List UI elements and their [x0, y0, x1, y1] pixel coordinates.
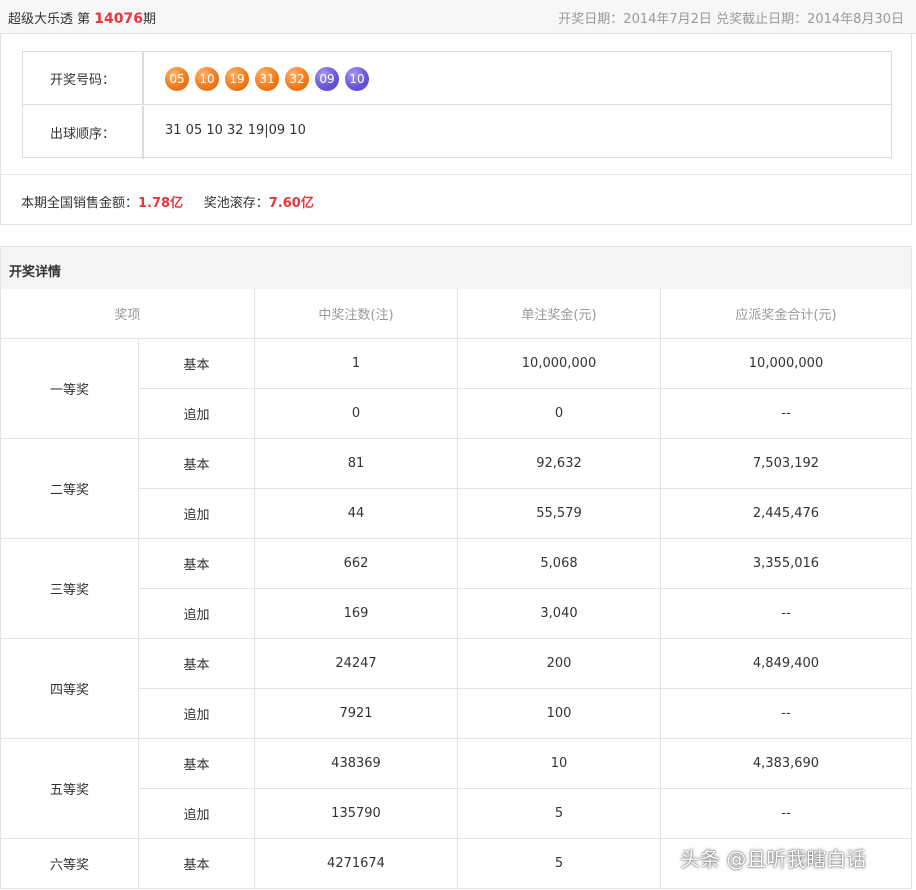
prize-name: 六等奖 [0, 839, 139, 889]
prize-type: 追加 [139, 489, 255, 539]
prize-amount: 92,632 [458, 439, 661, 489]
winner-count: 0 [255, 389, 458, 439]
prize-name: 四等奖 [0, 639, 139, 739]
winner-count: 4271674 [255, 839, 458, 889]
draw-date-label: 开奖日期： [558, 12, 624, 27]
sales-summary: 本期全国销售金额：1.78亿 奖池滚存：7.60亿 [0, 174, 912, 225]
prize-type: 追加 [139, 689, 255, 739]
prize-type: 基本 [139, 539, 255, 589]
red-ball: 19 [225, 67, 249, 91]
blue-ball: 10 [345, 67, 369, 91]
prize-type: 基本 [139, 639, 255, 689]
prize-amount: 5 [458, 839, 661, 889]
prize-total: -- [661, 589, 912, 639]
prize-type: 追加 [139, 589, 255, 639]
issue-header-bar: 超级大乐透 第 14076期 开奖日期：2014年7月2日 兑奖截止日期：201… [0, 0, 916, 34]
prize-amount: 5,068 [458, 539, 661, 589]
prize-total: -- [661, 389, 912, 439]
prize-type: 追加 [139, 789, 255, 839]
draw-order-label: 出球顺序： [23, 106, 144, 159]
lottery-name: 超级大乐透 第 [8, 12, 91, 27]
issue-title: 超级大乐透 第 14076期 [8, 8, 156, 27]
red-ball: 31 [255, 67, 279, 91]
red-ball: 05 [165, 67, 189, 91]
deadline-date: 2014年8月30日 [807, 12, 904, 27]
prize-total: 3,355,016 [661, 539, 912, 589]
winner-count: 81 [255, 439, 458, 489]
draw-order-row: 出球顺序： 31 05 10 32 19|09 10 [23, 106, 891, 159]
draw-result-panel: 开奖号码： 05 10 19 31 32 09 10 出球顺序： 31 05 10 32 1… [0, 34, 912, 174]
draw-order-value: 31 05 10 32 19|09 10 [165, 123, 306, 138]
details-section-header: 开奖详情 [0, 246, 912, 290]
prize-total: -- [661, 789, 912, 839]
issue-suffix: 期 [143, 12, 157, 27]
winning-numbers-row: 开奖号码： 05 10 19 31 32 09 10 [23, 52, 891, 105]
draw-dates: 开奖日期：2014年7月2日 兑奖截止日期：2014年8月30日 [558, 8, 904, 27]
prize-total: 4,849,400 [661, 639, 912, 689]
prize-total: 7,503,192 [661, 439, 912, 489]
sales-label: 本期全国销售金额： [21, 196, 139, 211]
prize-type: 基本 [139, 339, 255, 389]
prize-type: 基本 [139, 439, 255, 489]
blue-ball: 09 [315, 67, 339, 91]
prize-amount: 10,000,000 [458, 339, 661, 389]
prize-amount: 3,040 [458, 589, 661, 639]
winner-count: 1 [255, 339, 458, 389]
column-header-prize: 奖项 [0, 289, 255, 339]
column-header-count: 中奖注数(注) [255, 289, 458, 339]
pool-label: 奖池滚存： [203, 196, 269, 211]
deadline-label: 兑奖截止日期： [716, 12, 808, 27]
prize-total: 10,000,000 [661, 339, 912, 389]
prize-type: 追加 [139, 389, 255, 439]
sales-text: 本期全国销售金额：1.78亿 奖池滚存：7.60亿 [21, 192, 314, 211]
prize-name: 三等奖 [0, 539, 139, 639]
red-ball: 10 [195, 67, 219, 91]
prize-total: -- [661, 689, 912, 739]
prize-name: 五等奖 [0, 739, 139, 839]
winner-count: 7921 [255, 689, 458, 739]
issue-number: 14076 [94, 11, 143, 27]
sales-value: 1.78亿 [138, 196, 184, 211]
prize-name: 二等奖 [0, 439, 139, 539]
column-header-amount: 单注奖金(元) [458, 289, 661, 339]
red-ball: 32 [285, 67, 309, 91]
winner-count: 44 [255, 489, 458, 539]
prize-amount: 0 [458, 389, 661, 439]
winning-balls: 05 10 19 31 32 09 10 [165, 67, 369, 91]
column-header-total: 应派奖金合计(元) [661, 289, 912, 339]
watermark: 头条 @且听我瞎白话 [680, 847, 867, 871]
winner-count: 169 [255, 589, 458, 639]
prize-total: 4,383,690 [661, 739, 912, 789]
prize-name: 一等奖 [0, 339, 139, 439]
prize-total: 2,445,476 [661, 489, 912, 539]
prize-type: 基本 [139, 839, 255, 889]
prize-amount: 100 [458, 689, 661, 739]
details-title: 开奖详情 [9, 265, 62, 280]
pool-value: 7.60亿 [268, 196, 314, 211]
winner-count: 135790 [255, 789, 458, 839]
prize-amount: 200 [458, 639, 661, 689]
prize-amount: 5 [458, 789, 661, 839]
winner-count: 662 [255, 539, 458, 589]
winner-count: 438369 [255, 739, 458, 789]
prize-amount: 10 [458, 739, 661, 789]
prize-amount: 55,579 [458, 489, 661, 539]
winner-count: 24247 [255, 639, 458, 689]
prize-type: 基本 [139, 739, 255, 789]
winning-numbers-label: 开奖号码： [23, 52, 144, 104]
draw-date: 2014年7月2日 [623, 12, 712, 27]
draw-result-box: 开奖号码： 05 10 19 31 32 09 10 出球顺序： 31 05 10 32 1… [22, 51, 892, 159]
